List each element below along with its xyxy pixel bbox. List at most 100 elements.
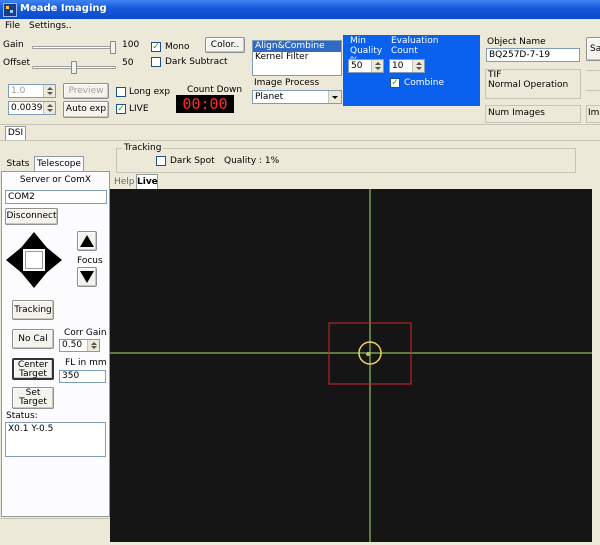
telescope-panel: Server or ComX COM2 Disconnect Focus Tra…	[1, 171, 110, 517]
spin-box-1[interactable]: 1.0	[8, 84, 56, 98]
combine-checkbox[interactable]: ✓	[390, 78, 400, 88]
divider	[586, 90, 600, 91]
live-label: LIVE	[129, 104, 149, 114]
focus-out-button[interactable]	[77, 267, 97, 287]
color-button[interactable]: Color..	[205, 37, 245, 53]
tab-live[interactable]: Live	[136, 174, 158, 189]
tracking-group-title: Tracking	[122, 143, 164, 153]
image-process-value: Planet	[255, 92, 284, 102]
dark-spot-checkbox[interactable]	[156, 156, 166, 166]
spin-arrows-icon[interactable]	[43, 102, 55, 114]
combine-label: Combine	[404, 78, 445, 88]
menu-file[interactable]: File	[5, 21, 20, 31]
star-spot	[366, 352, 370, 356]
num-images-label: Num Images	[485, 105, 581, 123]
gain-slider-thumb[interactable]	[110, 41, 116, 54]
offset-value: 50	[122, 58, 134, 68]
dark-spot-label: Dark Spot	[170, 156, 215, 166]
live-checkbox[interactable]: ✓	[116, 104, 126, 114]
quality-panel: Min Quality % Evaluation Count 50 10 ✓ C…	[343, 35, 480, 106]
menu-bar: File Settings..	[0, 19, 600, 35]
min-quality-value: 50	[351, 61, 363, 71]
spin-box-1-value: 1.0	[11, 86, 26, 96]
dark-subtract-checkbox[interactable]	[151, 57, 161, 67]
divider	[0, 518, 110, 519]
divider	[586, 70, 600, 71]
mono-checkbox[interactable]: ✓	[151, 42, 161, 52]
live-image-overlay	[110, 189, 592, 542]
eval-count-value: 10	[392, 61, 404, 71]
center-target-button[interactable]: Center Target	[12, 358, 54, 380]
gain-slider-track[interactable]	[32, 46, 116, 49]
auto-exp-button[interactable]: Auto exp	[63, 101, 109, 118]
gain-label: Gain	[3, 40, 24, 50]
process-list-item-selected[interactable]: Align&Combine	[253, 41, 341, 52]
object-name-input[interactable]: BQ257D-7-19	[486, 48, 580, 62]
long-exp-checkbox[interactable]	[116, 87, 126, 97]
preview-button[interactable]: Preview	[63, 83, 109, 99]
status-box: X0.1 Y-0.5	[5, 422, 106, 457]
save-button[interactable]: Sa	[586, 37, 600, 61]
app-icon	[3, 3, 17, 17]
status-box: TIF Normal Operation	[485, 69, 581, 99]
disconnect-button[interactable]: Disconnect	[5, 208, 58, 225]
mono-label: Mono	[165, 42, 190, 52]
divider	[0, 140, 600, 141]
image-label: Ima	[586, 105, 600, 123]
arrow-left-icon[interactable]	[6, 246, 23, 274]
title-bar: Meade Imaging	[0, 0, 600, 19]
countdown-display: 00:00	[176, 95, 234, 113]
tab-stats[interactable]: Stats	[3, 158, 33, 171]
fl-label: FL in mm	[65, 358, 107, 368]
divider	[0, 124, 600, 125]
fl-input[interactable]: 350	[59, 370, 106, 383]
tab-help[interactable]: Help	[114, 176, 135, 188]
object-name-label: Object Name	[487, 37, 546, 47]
offset-slider-thumb[interactable]	[71, 61, 77, 74]
direction-pad	[6, 232, 62, 288]
offset-label: Offset	[3, 58, 31, 68]
server-input[interactable]: COM2	[5, 190, 107, 204]
menu-settings[interactable]: Settings..	[29, 21, 72, 31]
focus-in-button[interactable]	[77, 231, 97, 251]
tab-dsi[interactable]: DSI	[5, 126, 26, 140]
status-label: Status:	[6, 411, 38, 421]
server-label: Server or ComX	[19, 175, 92, 185]
tracking-button[interactable]: Tracking	[12, 300, 54, 320]
spin-arrows-icon[interactable]	[412, 60, 424, 72]
min-quality-spinbox[interactable]: 50	[348, 59, 384, 73]
operation-text: Normal Operation	[488, 80, 569, 90]
set-target-button[interactable]: Set Target	[12, 387, 54, 409]
format-text: TIF	[488, 70, 502, 80]
countdown-label: Count Down	[187, 85, 243, 95]
process-list[interactable]: Align&Combine Kernel Filter	[252, 40, 342, 76]
spin-arrows-icon[interactable]	[43, 85, 55, 97]
eval-count-spinbox[interactable]: 10	[389, 59, 425, 73]
corr-gain-label: Corr Gain	[64, 328, 107, 338]
tab-telescope[interactable]: Telescope	[34, 156, 84, 171]
quality-text: Quality : 1%	[224, 156, 280, 166]
no-cal-button[interactable]: No Cal	[12, 329, 54, 349]
focus-label: Focus	[77, 256, 103, 266]
corr-gain-spinbox[interactable]: 0.50	[59, 339, 100, 352]
image-process-select[interactable]: Planet	[252, 90, 342, 104]
live-image-view[interactable]	[110, 189, 592, 542]
spin-arrows-icon[interactable]	[371, 60, 383, 72]
eval-count-label: Evaluation Count	[391, 36, 439, 56]
image-process-label: Image Process	[254, 78, 320, 88]
window-title: Meade Imaging	[20, 3, 107, 14]
arrow-down-icon[interactable]	[20, 271, 48, 288]
arrow-up-icon[interactable]	[20, 232, 48, 249]
dark-subtract-label: Dark Subtract	[165, 57, 228, 67]
process-list-item[interactable]: Kernel Filter	[253, 52, 341, 63]
exposure-value: 0.0039	[11, 103, 43, 113]
spin-arrows-icon[interactable]	[87, 340, 99, 351]
gain-value: 100	[122, 40, 140, 50]
arrow-up-icon	[80, 235, 94, 247]
center-stop-button[interactable]	[25, 251, 43, 269]
chevron-down-icon[interactable]	[328, 91, 341, 103]
corr-gain-value: 0.50	[62, 340, 83, 350]
arrow-down-icon	[80, 271, 94, 283]
exposure-spinbox[interactable]: 0.0039	[8, 101, 56, 115]
arrow-right-icon[interactable]	[45, 246, 62, 274]
